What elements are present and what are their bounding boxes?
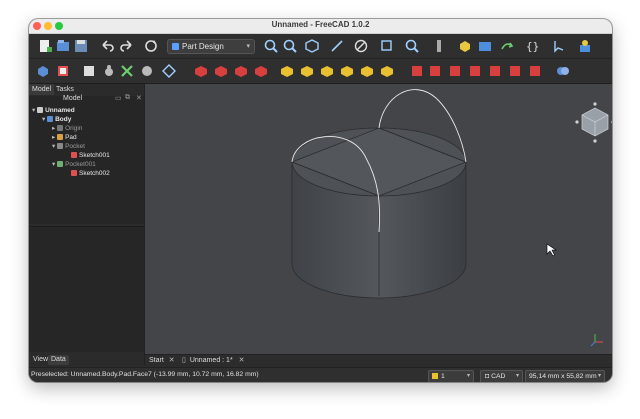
validate-sketch-icon[interactable]	[81, 63, 97, 79]
preselection-message: Preselected: Unnamed.Body.Pad.Face7 (-13…	[31, 371, 259, 378]
subtractive-loft-icon[interactable]	[339, 63, 355, 79]
hole-icon[interactable]	[299, 63, 315, 79]
save-document-icon[interactable]	[73, 38, 89, 54]
dimension-readout[interactable]: 95,14 mm x 55,82 mm ▾	[525, 370, 605, 382]
macro-icon[interactable]: {}	[524, 38, 540, 54]
measure-tool-icon[interactable]	[431, 38, 447, 54]
document-icon: ▯	[182, 357, 186, 364]
freecad-window: Unnamed - FreeCAD 1.0.2 Part Design ▾ {}	[29, 19, 612, 382]
new-document-icon[interactable]	[37, 38, 53, 54]
workbench-selector[interactable]: Part Design ▾	[167, 39, 255, 54]
float-panel-icon[interactable]: ⧉	[125, 94, 130, 102]
tab-tasks[interactable]: Tasks	[53, 84, 77, 95]
mouse-cursor-icon	[546, 243, 557, 257]
model-tree: Model ▭ ⧉ ✕ ▾ Unnamed ▾ Body ▸ Origin ▸ …	[29, 94, 144, 224]
subtractive-pipe-icon[interactable]	[359, 63, 375, 79]
additive-loft-icon[interactable]	[233, 63, 249, 79]
additive-pipe-icon[interactable]	[253, 63, 269, 79]
undo-icon[interactable]	[99, 38, 115, 54]
groove-icon[interactable]	[319, 63, 335, 79]
polar-pattern-icon[interactable]	[447, 63, 463, 79]
navigation-cube[interactable]	[575, 102, 612, 143]
subtractive-primitive-icon[interactable]	[379, 63, 395, 79]
chevron-down-icon: ▾	[246, 43, 250, 50]
property-tabs: View Data	[29, 354, 144, 366]
tree-item-unnamed[interactable]: ▾ Unnamed	[32, 106, 75, 115]
revolution-icon[interactable]	[213, 63, 229, 79]
refresh-icon[interactable]	[143, 38, 159, 54]
chevron-down-icon: ▾	[466, 373, 470, 379]
mouse-icon: ◘	[485, 373, 490, 380]
tree-item-pocket001[interactable]: ▾ Pocket001	[52, 160, 96, 169]
folder-icon[interactable]	[477, 38, 493, 54]
redo-icon[interactable]	[119, 38, 135, 54]
layer-color-icon	[432, 373, 438, 380]
combo-view-panel: Model Tasks Model ▭ ⧉ ✕ ▾ Unnamed ▾ Body…	[29, 84, 145, 366]
3d-viewport[interactable]	[145, 84, 612, 354]
close-tab-icon[interactable]: ✕	[239, 357, 245, 364]
part-icon[interactable]	[457, 38, 473, 54]
tree-item-body[interactable]: ▾ Body	[42, 115, 71, 124]
window-title: Unnamed - FreeCAD 1.0.2	[271, 20, 370, 29]
tab-start[interactable]: Start ✕	[149, 356, 175, 366]
linear-pattern-icon[interactable]	[427, 63, 443, 79]
document-tabs: Start ✕ ▯ Unnamed : 1* ✕	[145, 354, 612, 367]
tree-item-origin[interactable]: ▸ Origin	[52, 124, 82, 133]
datum-point-icon[interactable]	[101, 63, 117, 79]
zoom-icon[interactable]	[404, 38, 420, 54]
tree-item-pad[interactable]: ▸ Pad	[52, 133, 77, 142]
fillet-icon[interactable]	[487, 63, 503, 79]
chevron-down-icon: ▾	[597, 373, 601, 379]
draft-icon[interactable]	[527, 63, 543, 79]
draw-style-icon[interactable]	[353, 38, 369, 54]
isometric-view-icon[interactable]	[304, 38, 320, 54]
chevron-down-icon: ▾	[515, 373, 519, 379]
svg-text:{}: {}	[526, 40, 539, 53]
multi-transform-icon[interactable]	[467, 63, 483, 79]
part-design-toolbar	[29, 59, 612, 84]
tree-item-pocket[interactable]: ▾ Pocket	[52, 142, 85, 151]
main-toolbar: Part Design ▾ {}	[29, 34, 612, 59]
local-coordinate-icon[interactable]	[161, 63, 177, 79]
tree-header: Model ▭ ⧉ ✕	[63, 94, 142, 102]
boolean-icon[interactable]	[555, 63, 571, 79]
pocket-icon[interactable]	[279, 63, 295, 79]
whats-this-icon[interactable]	[551, 38, 567, 54]
tree-item-sketch002[interactable]: Sketch002	[71, 169, 110, 178]
tab-unnamed[interactable]: ▯ Unnamed : 1* ✕	[182, 356, 245, 366]
sync-selection-icon[interactable]: ▭	[115, 94, 122, 102]
3d-model-render	[290, 89, 612, 347]
property-view	[29, 226, 144, 352]
datum-plane-icon[interactable]	[139, 63, 155, 79]
navigation-style-selector[interactable]: ◘ CAD ▾	[480, 370, 523, 382]
fit-selection-icon[interactable]	[282, 38, 298, 54]
tab-data[interactable]: Data	[48, 355, 69, 365]
axis-indicator-icon	[590, 334, 603, 347]
selection-icon[interactable]	[379, 38, 395, 54]
chamfer-icon[interactable]	[507, 63, 523, 79]
pad-icon[interactable]	[193, 63, 209, 79]
tree-item-sketch001[interactable]: Sketch001	[71, 151, 110, 160]
measure-icon[interactable]	[329, 38, 345, 54]
datum-line-icon[interactable]	[119, 63, 135, 79]
mirrored-icon[interactable]	[409, 63, 425, 79]
tab-model[interactable]: Model	[29, 84, 55, 95]
close-tab-icon[interactable]: ✕	[169, 357, 175, 364]
link-icon[interactable]	[499, 38, 515, 54]
create-sketch-icon[interactable]	[55, 63, 71, 79]
title-bar: Unnamed - FreeCAD 1.0.2	[29, 19, 612, 34]
layer-selector[interactable]: 1 ▾	[428, 370, 474, 382]
fit-all-icon[interactable]	[263, 38, 279, 54]
part-design-icon	[172, 43, 179, 50]
close-panel-icon[interactable]: ✕	[136, 94, 142, 102]
status-bar: Preselected: Unnamed.Body.Pad.Face7 (-13…	[29, 367, 612, 382]
addon-manager-icon[interactable]	[577, 38, 593, 54]
create-body-icon[interactable]	[35, 63, 51, 79]
open-document-icon[interactable]	[55, 38, 71, 54]
